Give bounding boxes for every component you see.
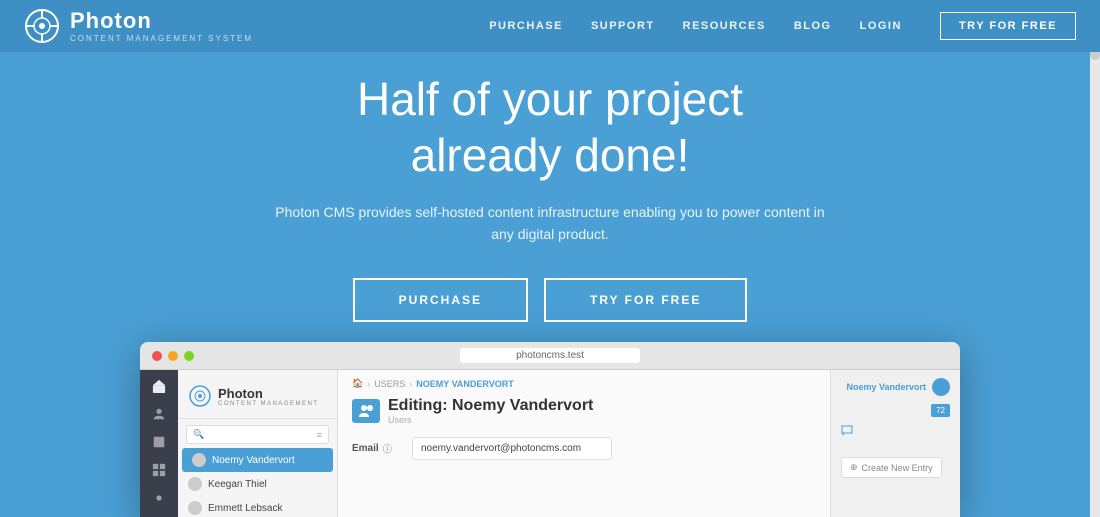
- navbar-links: PURCHASE SUPPORT RESOURCES BLOG LOGIN TR…: [489, 12, 1076, 40]
- sidebar-icon-users[interactable]: [148, 406, 170, 422]
- editing-title: Editing: Noemy Vandervort: [388, 397, 593, 415]
- info-icon: ⓘ: [383, 442, 392, 455]
- brand-logo-icon: [24, 8, 60, 44]
- breadcrumb-current: NOEMY VANDERVORT: [416, 379, 514, 389]
- user-avatar: [932, 378, 950, 396]
- sidebar-icon-home[interactable]: [148, 378, 170, 394]
- chat-icon: [841, 425, 853, 437]
- nav-login[interactable]: LOGIN: [860, 20, 902, 32]
- window-dots: [152, 351, 194, 361]
- avatar-0: [192, 453, 206, 467]
- brand-name: Photon: [70, 9, 253, 33]
- app-brand-name: Photon: [218, 386, 319, 401]
- hero-buttons: PURCHASE TRY FOR FREE: [353, 278, 748, 322]
- email-input[interactable]: [412, 437, 612, 460]
- window-minimize-dot[interactable]: [168, 351, 178, 361]
- main-content: 🏠 › USERS › NOEMY VANDERVORT Editing: No…: [338, 370, 830, 517]
- window-chrome: photoncms.test: [140, 342, 960, 370]
- list-item-0[interactable]: Noemy Vandervort: [182, 448, 333, 472]
- app-content: Photon CONTENT MANAGEMENT 🔍 ≡ Noemy Vand…: [140, 370, 960, 517]
- edit-icon: [352, 399, 380, 423]
- sidebar-icon-content[interactable]: [148, 434, 170, 450]
- right-panel-top: Noemy Vandervort: [841, 378, 950, 396]
- hero-section: Half of your project already done! Photo…: [0, 52, 1100, 342]
- list-item-1[interactable]: Keegan Thiel: [178, 472, 337, 496]
- brand-subtitle: Content Management System: [70, 34, 253, 43]
- left-panel: Photon CONTENT MANAGEMENT 🔍 ≡ Noemy Vand…: [178, 370, 338, 517]
- nav-support[interactable]: SUPPORT: [591, 20, 655, 32]
- breadcrumb-sep-1: ›: [367, 379, 370, 389]
- sidebar-icon-grid[interactable]: [148, 462, 170, 478]
- user-tag: Noemy Vandervort: [846, 382, 926, 392]
- app-preview-window: photoncms.test: [140, 342, 960, 517]
- hero-title-line2: already done!: [411, 129, 690, 181]
- try-free-button[interactable]: TRY FOR FREE: [544, 278, 747, 322]
- page-scrollbar[interactable]: [1090, 0, 1100, 517]
- url-bar[interactable]: photoncms.test: [460, 348, 640, 363]
- list-item-label-2: Emmett Lebsack: [208, 503, 282, 514]
- avatar-1: [188, 477, 202, 491]
- breadcrumb: 🏠 › USERS › NOEMY VANDERVORT: [352, 378, 816, 389]
- hero-title-line1: Half of your project: [357, 73, 743, 125]
- list-item-label-0: Noemy Vandervort: [212, 455, 295, 466]
- nav-purchase[interactable]: PURCHASE: [489, 20, 563, 32]
- purchase-button[interactable]: PURCHASE: [353, 278, 528, 322]
- nav-resources[interactable]: RESOURCES: [683, 20, 766, 32]
- editing-header: Editing: Noemy Vandervort Users: [352, 397, 816, 425]
- sidebar-icon-strip: [140, 370, 178, 517]
- search-options-icon[interactable]: ≡: [317, 430, 322, 440]
- search-icon: 🔍: [193, 429, 204, 440]
- app-search-bar[interactable]: 🔍 ≡: [186, 425, 329, 444]
- nav-blog[interactable]: BLOG: [794, 20, 832, 32]
- breadcrumb-home-icon[interactable]: 🏠: [352, 378, 363, 389]
- avatar-2: [188, 501, 202, 515]
- hero-title: Half of your project already done!: [357, 72, 743, 182]
- app-brand-sub: CONTENT MANAGEMENT: [218, 401, 319, 407]
- right-panel: Noemy Vandervort 72 ⊕ Create New Entry: [830, 370, 960, 517]
- window-close-dot[interactable]: [152, 351, 162, 361]
- brand: Photon Content Management System: [24, 8, 489, 44]
- create-new-label: Create New Entry: [862, 463, 933, 473]
- breadcrumb-sep-2: ›: [409, 379, 412, 389]
- list-item-label-1: Keegan Thiel: [208, 479, 267, 490]
- app-brand-logo-icon: [188, 384, 212, 408]
- navbar: Photon Content Management System PURCHAS…: [0, 0, 1100, 52]
- window-maximize-dot[interactable]: [184, 351, 194, 361]
- badge: 72: [931, 404, 950, 417]
- editing-subtitle: Users: [388, 415, 593, 425]
- create-new-icon: ⊕: [850, 462, 858, 473]
- sidebar-icon-settings[interactable]: [148, 490, 170, 506]
- breadcrumb-users[interactable]: USERS: [374, 379, 405, 389]
- list-item-2[interactable]: Emmett Lebsack: [178, 496, 337, 517]
- navbar-try-button[interactable]: TRY FOR FREE: [940, 12, 1076, 40]
- search-input[interactable]: [208, 430, 313, 440]
- hero-subtitle: Photon CMS provides self-hosted content …: [270, 201, 830, 246]
- app-brand-row: Photon CONTENT MANAGEMENT: [178, 378, 337, 419]
- email-label: Email ⓘ: [352, 442, 402, 455]
- create-new-button[interactable]: ⊕ Create New Entry: [841, 457, 942, 478]
- form-row-email: Email ⓘ: [352, 437, 816, 460]
